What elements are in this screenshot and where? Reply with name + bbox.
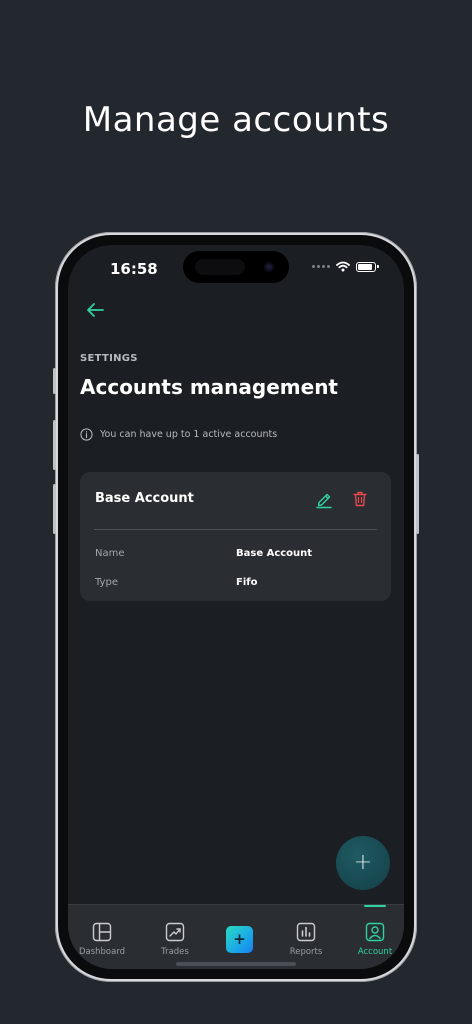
delete-trash-icon[interactable] [350, 489, 370, 509]
field-value-type: Fifo [236, 577, 258, 588]
hero-title: Manage accounts [82, 100, 390, 140]
account-card-title: Base Account [95, 491, 194, 506]
dashboard-icon [92, 922, 112, 942]
card-divider [94, 529, 377, 530]
phone-action-button [53, 368, 56, 394]
status-bar: 16:58 [68, 245, 404, 295]
phone-volume-down-button [53, 484, 56, 534]
center-add-button[interactable]: + [226, 926, 253, 953]
tab-account[interactable]: Account [351, 905, 399, 963]
back-arrow-icon[interactable] [84, 299, 106, 321]
phone-power-button [416, 454, 419, 534]
account-icon [365, 922, 385, 942]
phone-volume-up-button [53, 420, 56, 470]
tab-trades[interactable]: Trades [151, 905, 199, 963]
tab-label-account: Account [357, 947, 393, 957]
reports-icon [296, 922, 316, 942]
tab-reports[interactable]: Reports [282, 905, 330, 963]
island-sensor [195, 259, 245, 275]
tab-label-reports: Reports [289, 947, 323, 957]
add-account-fab[interactable]: + [336, 836, 390, 890]
tab-dashboard[interactable]: Dashboard [78, 905, 126, 963]
field-label-type: Type [95, 577, 118, 588]
info-text: You can have up to 1 active accounts [100, 429, 278, 440]
tab-label-dashboard: Dashboard [78, 947, 126, 957]
field-label-name: Name [95, 548, 125, 559]
field-value-name: Base Account [236, 548, 313, 559]
section-label: SETTINGS [80, 353, 138, 364]
home-indicator [176, 962, 296, 966]
plus-icon: + [353, 850, 373, 875]
tab-label-trades: Trades [161, 947, 189, 957]
account-card: Base Account Name Base Account Type Fifo [80, 472, 391, 601]
edit-pencil-icon[interactable] [314, 489, 334, 509]
info-row: You can have up to 1 active accounts [80, 428, 277, 441]
status-icons [312, 261, 379, 272]
status-time: 16:58 [110, 260, 158, 278]
page-title: Accounts management [80, 375, 338, 399]
trades-icon [165, 922, 185, 942]
dynamic-island [183, 251, 289, 283]
center-plus-icon: + [233, 930, 246, 948]
front-camera-icon [264, 262, 274, 272]
wifi-icon [336, 261, 350, 272]
tab-bar: Dashboard Trades + Reports Account [68, 904, 404, 969]
battery-icon [356, 261, 379, 272]
app-screen: 16:58 SETTINGS Accounts management You c… [68, 245, 404, 969]
cellular-signal-icon [312, 265, 330, 268]
info-icon [80, 428, 93, 441]
